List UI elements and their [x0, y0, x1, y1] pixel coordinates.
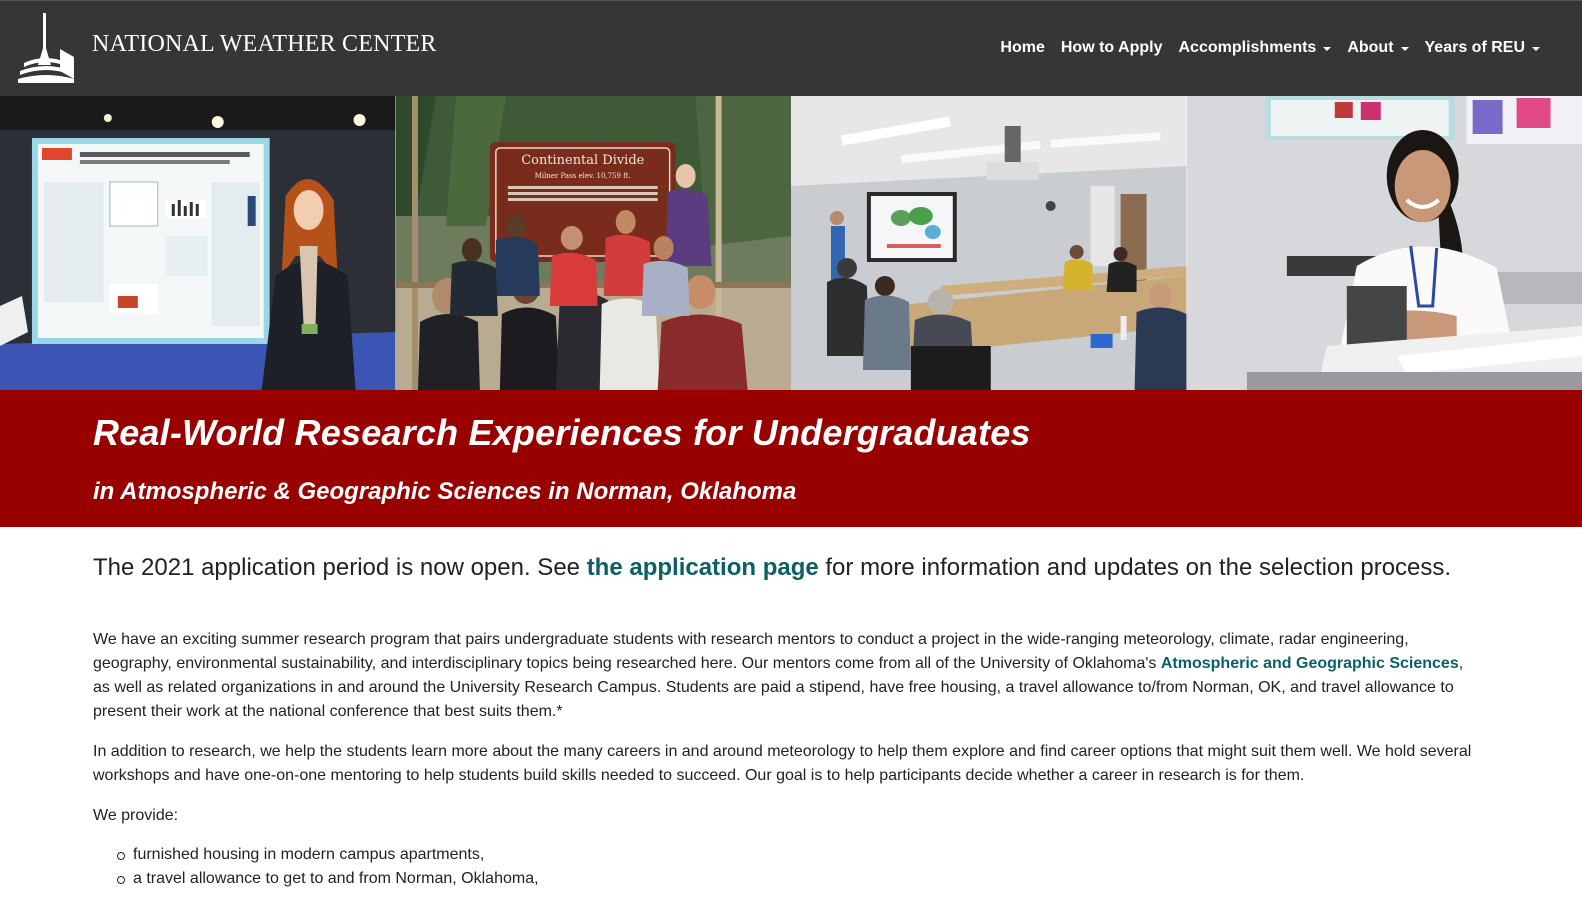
- sign-title-text: Continental Divide: [521, 153, 644, 168]
- application-page-link[interactable]: the application page: [587, 554, 819, 581]
- nav-home-label: Home: [1000, 39, 1045, 56]
- photo-continental-divide-group: Continental Divide Milner Pass elev. 10,…: [395, 96, 791, 390]
- nav-home[interactable]: Home: [992, 39, 1052, 57]
- hero-title: Real-World Research Experiences for Unde…: [93, 412, 1031, 453]
- careers-paragraph: In addition to research, we help the stu…: [93, 743, 1472, 784]
- brand-name: NATIONAL WEATHER CENTER: [92, 30, 437, 57]
- nav-about-dropdown[interactable]: About: [1339, 39, 1416, 57]
- brand-link[interactable]: NATIONAL WEATHER CENTER: [16, 13, 437, 85]
- main-nav: Home How to Apply Accomplishments About …: [992, 39, 1548, 57]
- application-announcement: The 2021 application period is now open.…: [93, 550, 1493, 586]
- provide-list: furnished housing in modern campus apart…: [117, 843, 917, 891]
- caret-down-icon: [1400, 46, 1409, 51]
- lead-text-after: for more information and updates on the …: [818, 554, 1452, 581]
- nav-accomplishments-label: Accomplishments: [1178, 39, 1317, 56]
- list-item: furnished housing in modern campus apart…: [117, 843, 917, 867]
- nwc-logo-icon: [18, 13, 74, 83]
- hero-banner: Real-World Research Experiences for Unde…: [0, 390, 1582, 527]
- lead-text-before: The 2021 application period is now open.…: [93, 554, 587, 581]
- photo-poster-presentation: [0, 96, 396, 390]
- nav-how-to-apply[interactable]: How to Apply: [1053, 39, 1171, 57]
- top-navbar: NATIONAL WEATHER CENTER Home How to Appl…: [0, 0, 1582, 96]
- nav-about-label: About: [1347, 39, 1394, 56]
- list-item: a travel allowance to get to and from No…: [117, 867, 917, 891]
- hero-subtitle: in Atmospheric & Geographic Sciences in …: [93, 478, 797, 505]
- photo-participant-smiling: [1186, 96, 1582, 390]
- program-description: We have an exciting summer research prog…: [93, 628, 1483, 844]
- nav-how-to-apply-label: How to Apply: [1060, 39, 1163, 56]
- caret-down-icon: [1323, 46, 1332, 51]
- caret-down-icon: [1532, 46, 1540, 51]
- intro-paragraph: We have an exciting summer research prog…: [93, 628, 1483, 724]
- nav-years-of-reu-dropdown[interactable]: Years of REU: [1417, 39, 1548, 57]
- atmospheric-geographic-sciences-link[interactable]: Atmospheric and Geographic Sciences: [1161, 655, 1459, 672]
- photo-classroom-presentation: [791, 96, 1187, 390]
- nav-years-of-reu-label: Years of REU: [1424, 39, 1525, 56]
- we-provide-label: We provide:: [93, 807, 179, 824]
- lead-section: The 2021 application period is now open.…: [93, 550, 1493, 586]
- sign-subtitle-text: Milner Pass elev. 10,759 ft.: [534, 172, 630, 180]
- nav-accomplishments-dropdown[interactable]: Accomplishments: [1171, 39, 1340, 57]
- photo-strip: Continental Divide Milner Pass elev. 10,…: [0, 96, 1582, 390]
